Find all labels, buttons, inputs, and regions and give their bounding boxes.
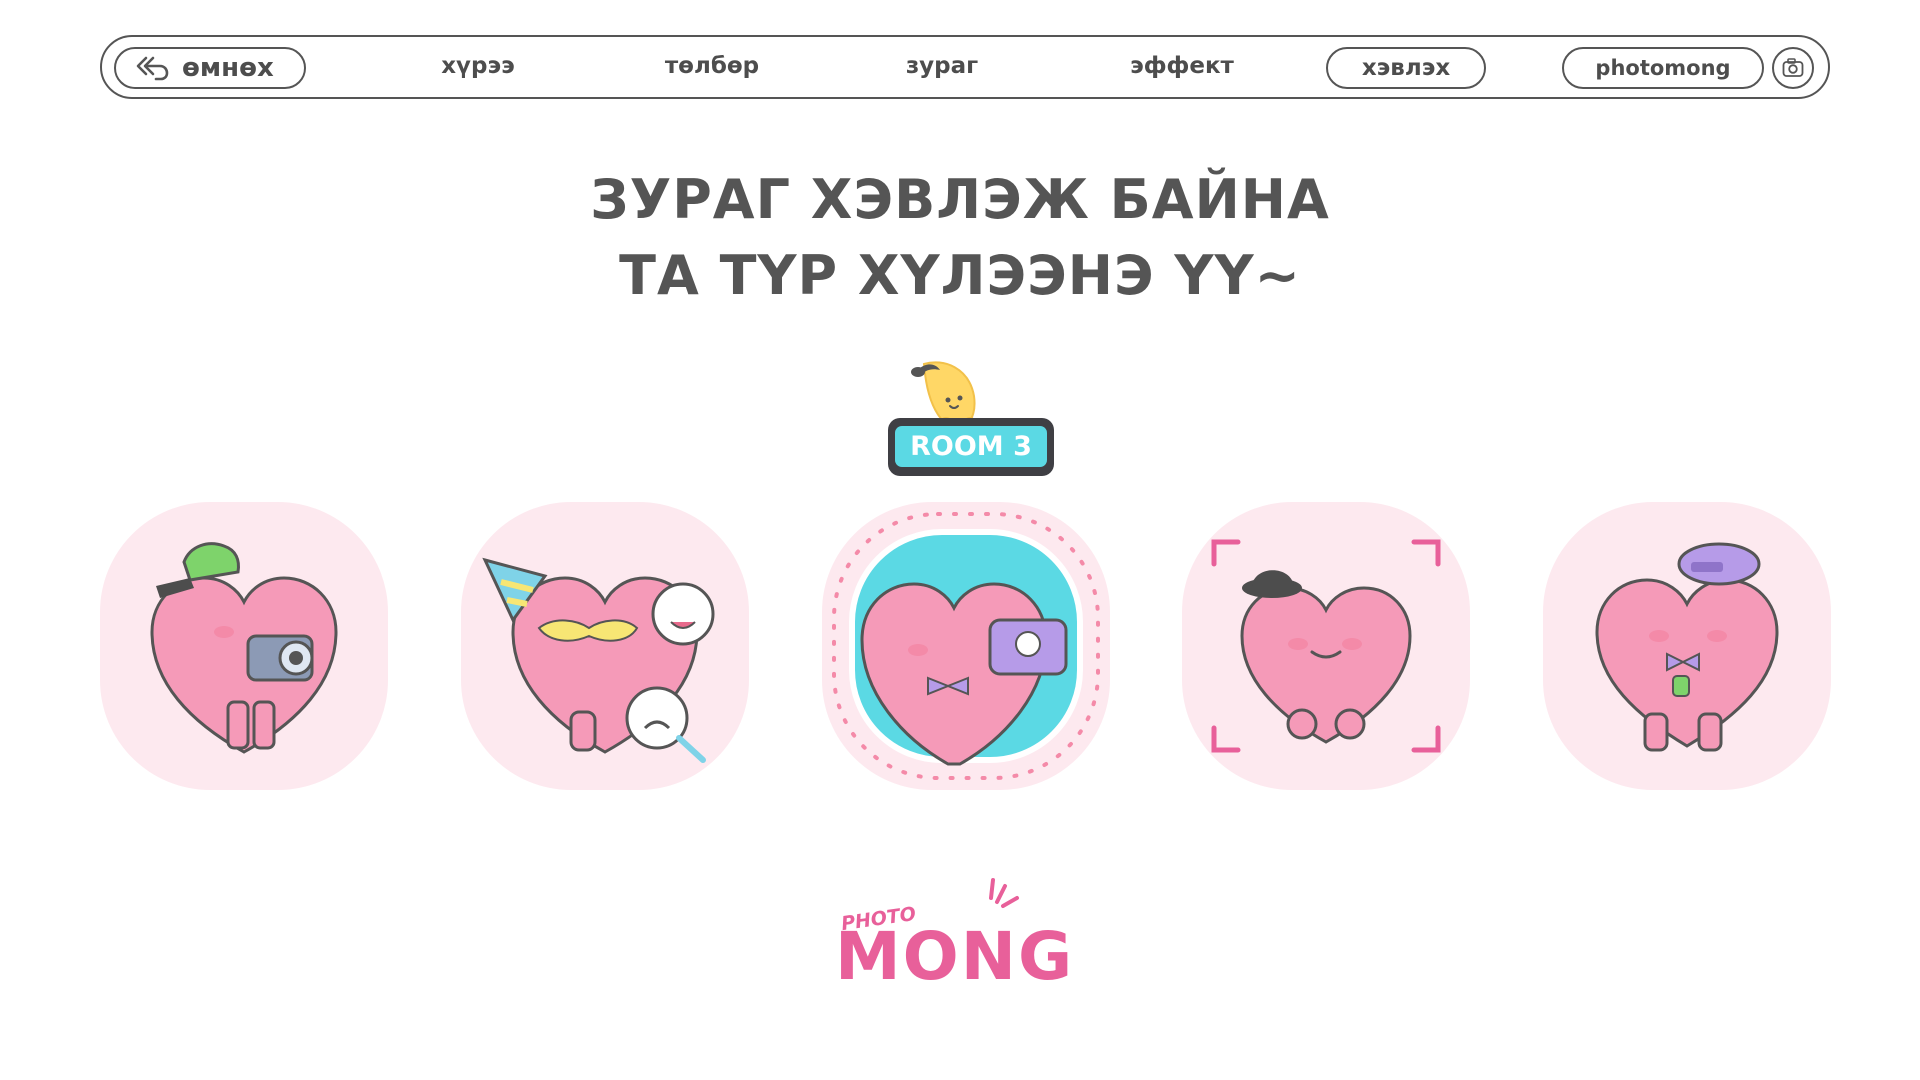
character-card-party — [461, 502, 749, 790]
back-arrow-icon — [136, 56, 169, 81]
camera-flash-icon — [989, 878, 1019, 908]
nav-item-effect[interactable]: эффект — [1097, 47, 1267, 89]
logo-mong-text: MONG — [835, 918, 1075, 995]
character-card-camera — [100, 502, 388, 790]
nav-item-frame[interactable]: хүрээ — [398, 47, 558, 89]
brand-button[interactable]: photomong — [1562, 47, 1764, 89]
character-card-selfie — [822, 502, 1110, 790]
nav-item-photo[interactable]: зураг — [862, 47, 1022, 89]
nav-item-print-active[interactable]: хэвлэх — [1326, 47, 1486, 89]
page-title-line-1: ЗУРАГ ХЭВЛЭЖ БАЙНА — [590, 168, 1330, 231]
back-button-label: өмнөх — [182, 53, 274, 83]
heart-with-camera-icon — [150, 542, 338, 754]
camera-button[interactable] — [1772, 47, 1814, 89]
camera-icon — [1782, 58, 1804, 77]
photomong-logo: PHOTO MONG — [835, 876, 1095, 1016]
character-card-fedora — [1182, 502, 1470, 790]
heart-selfie-icon — [832, 512, 1100, 780]
room-indicator: ROOM 3 — [884, 360, 1058, 480]
top-navigation-bar: өмнөх хүрээ төлбөр зураг эффект хэвлэх p… — [100, 35, 1830, 99]
nav-item-payment[interactable]: төлбөр — [632, 47, 792, 89]
back-button[interactable]: өмнөх — [114, 47, 306, 89]
room-label: ROOM 3 — [895, 426, 1047, 467]
page-title-line-2: ТА ТҮР ХҮЛЭЭНЭ ҮҮ~ — [619, 244, 1301, 307]
heart-with-fedora-icon — [1211, 539, 1441, 753]
room-badge: ROOM 3 — [888, 418, 1054, 476]
heart-with-party-hat-icon — [482, 557, 715, 763]
character-card-beret — [1543, 502, 1831, 790]
heart-with-beret-icon — [1595, 542, 1779, 752]
